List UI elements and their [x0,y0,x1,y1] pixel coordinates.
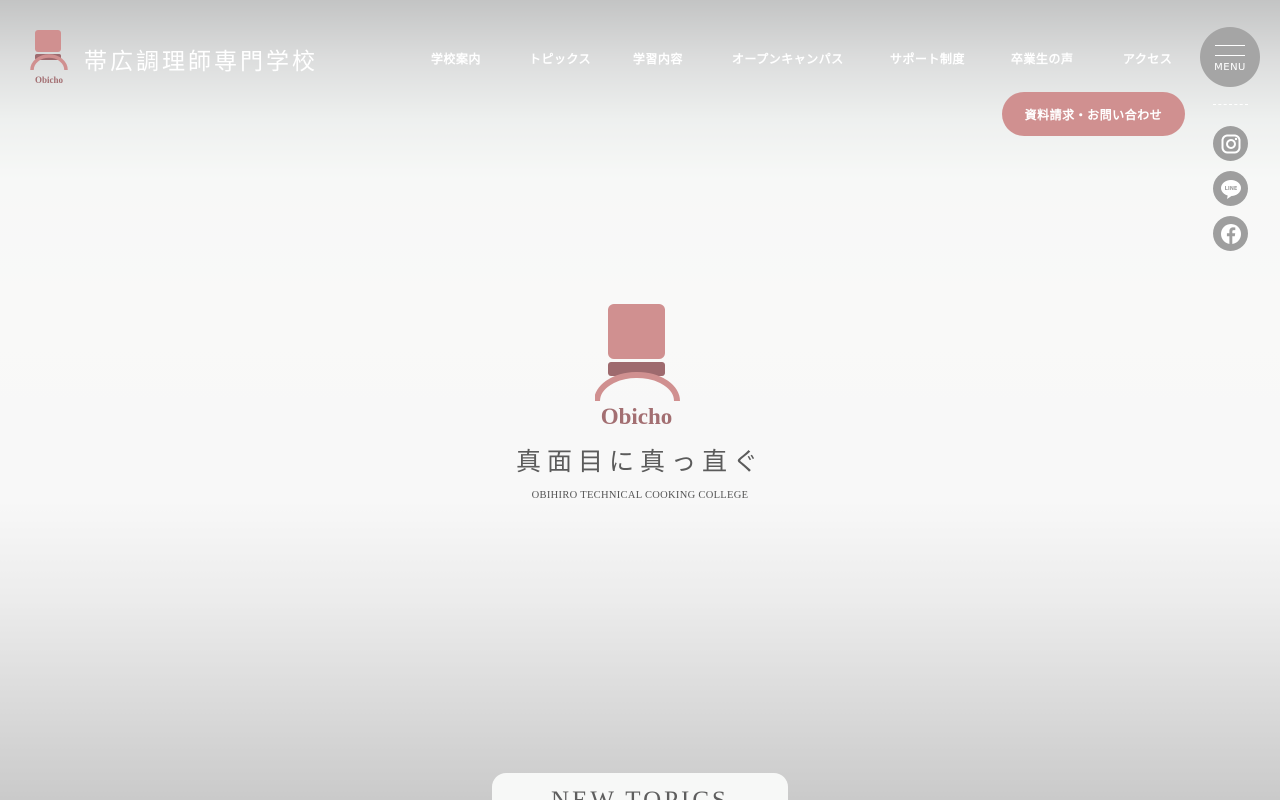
facebook-icon[interactable] [1213,216,1248,251]
nav-open-campus[interactable]: オープンキャンパス [732,50,844,67]
site-logo[interactable]: Obicho 帯広調理師専門学校 [30,30,318,84]
logo-word: Obicho [35,75,64,84]
nav-graduates[interactable]: 卒業生の声 [1011,50,1074,67]
nav-curriculum[interactable]: 学習内容 [633,50,683,67]
topics-section-tab: NEW TOPICS [492,773,788,800]
menu-label: MENU [1214,62,1246,73]
instagram-glyph [1221,134,1240,153]
line-text: LINE [1224,186,1237,192]
divider [1213,104,1248,105]
line-glyph: LINE [1220,179,1241,199]
menu-button[interactable]: MENU [1200,27,1260,87]
instagram-icon[interactable] [1213,126,1248,161]
line-icon[interactable]: LINE [1213,171,1248,206]
hamburger-icon [1215,45,1245,57]
request-info-button[interactable]: 資料請求・お問い合わせ [1002,92,1185,136]
nav-access[interactable]: アクセス [1123,50,1172,67]
chef-hat-logo-large-icon: Obicho [595,304,680,428]
english-name: OBIHIRO TECHNICAL COOKING COLLEGE [531,490,749,501]
nav-topics[interactable]: トピックス [529,50,591,67]
hero-logo: Obicho 真面目に真っ直ぐ OBIHIRO TECHNICAL COOKIN… [0,300,1280,501]
nav-support[interactable]: サポート制度 [890,50,965,67]
facebook-glyph [1220,223,1241,244]
school-name: 帯広調理師専門学校 [84,49,318,75]
tagline: 真面目に真っ直ぐ [515,447,764,476]
hero-logo-word: Obicho [601,404,673,428]
chef-hat-logo-icon: Obicho [30,30,68,84]
topics-heading: NEW TOPICS [551,787,729,800]
nav-about[interactable]: 学校案内 [431,50,481,67]
